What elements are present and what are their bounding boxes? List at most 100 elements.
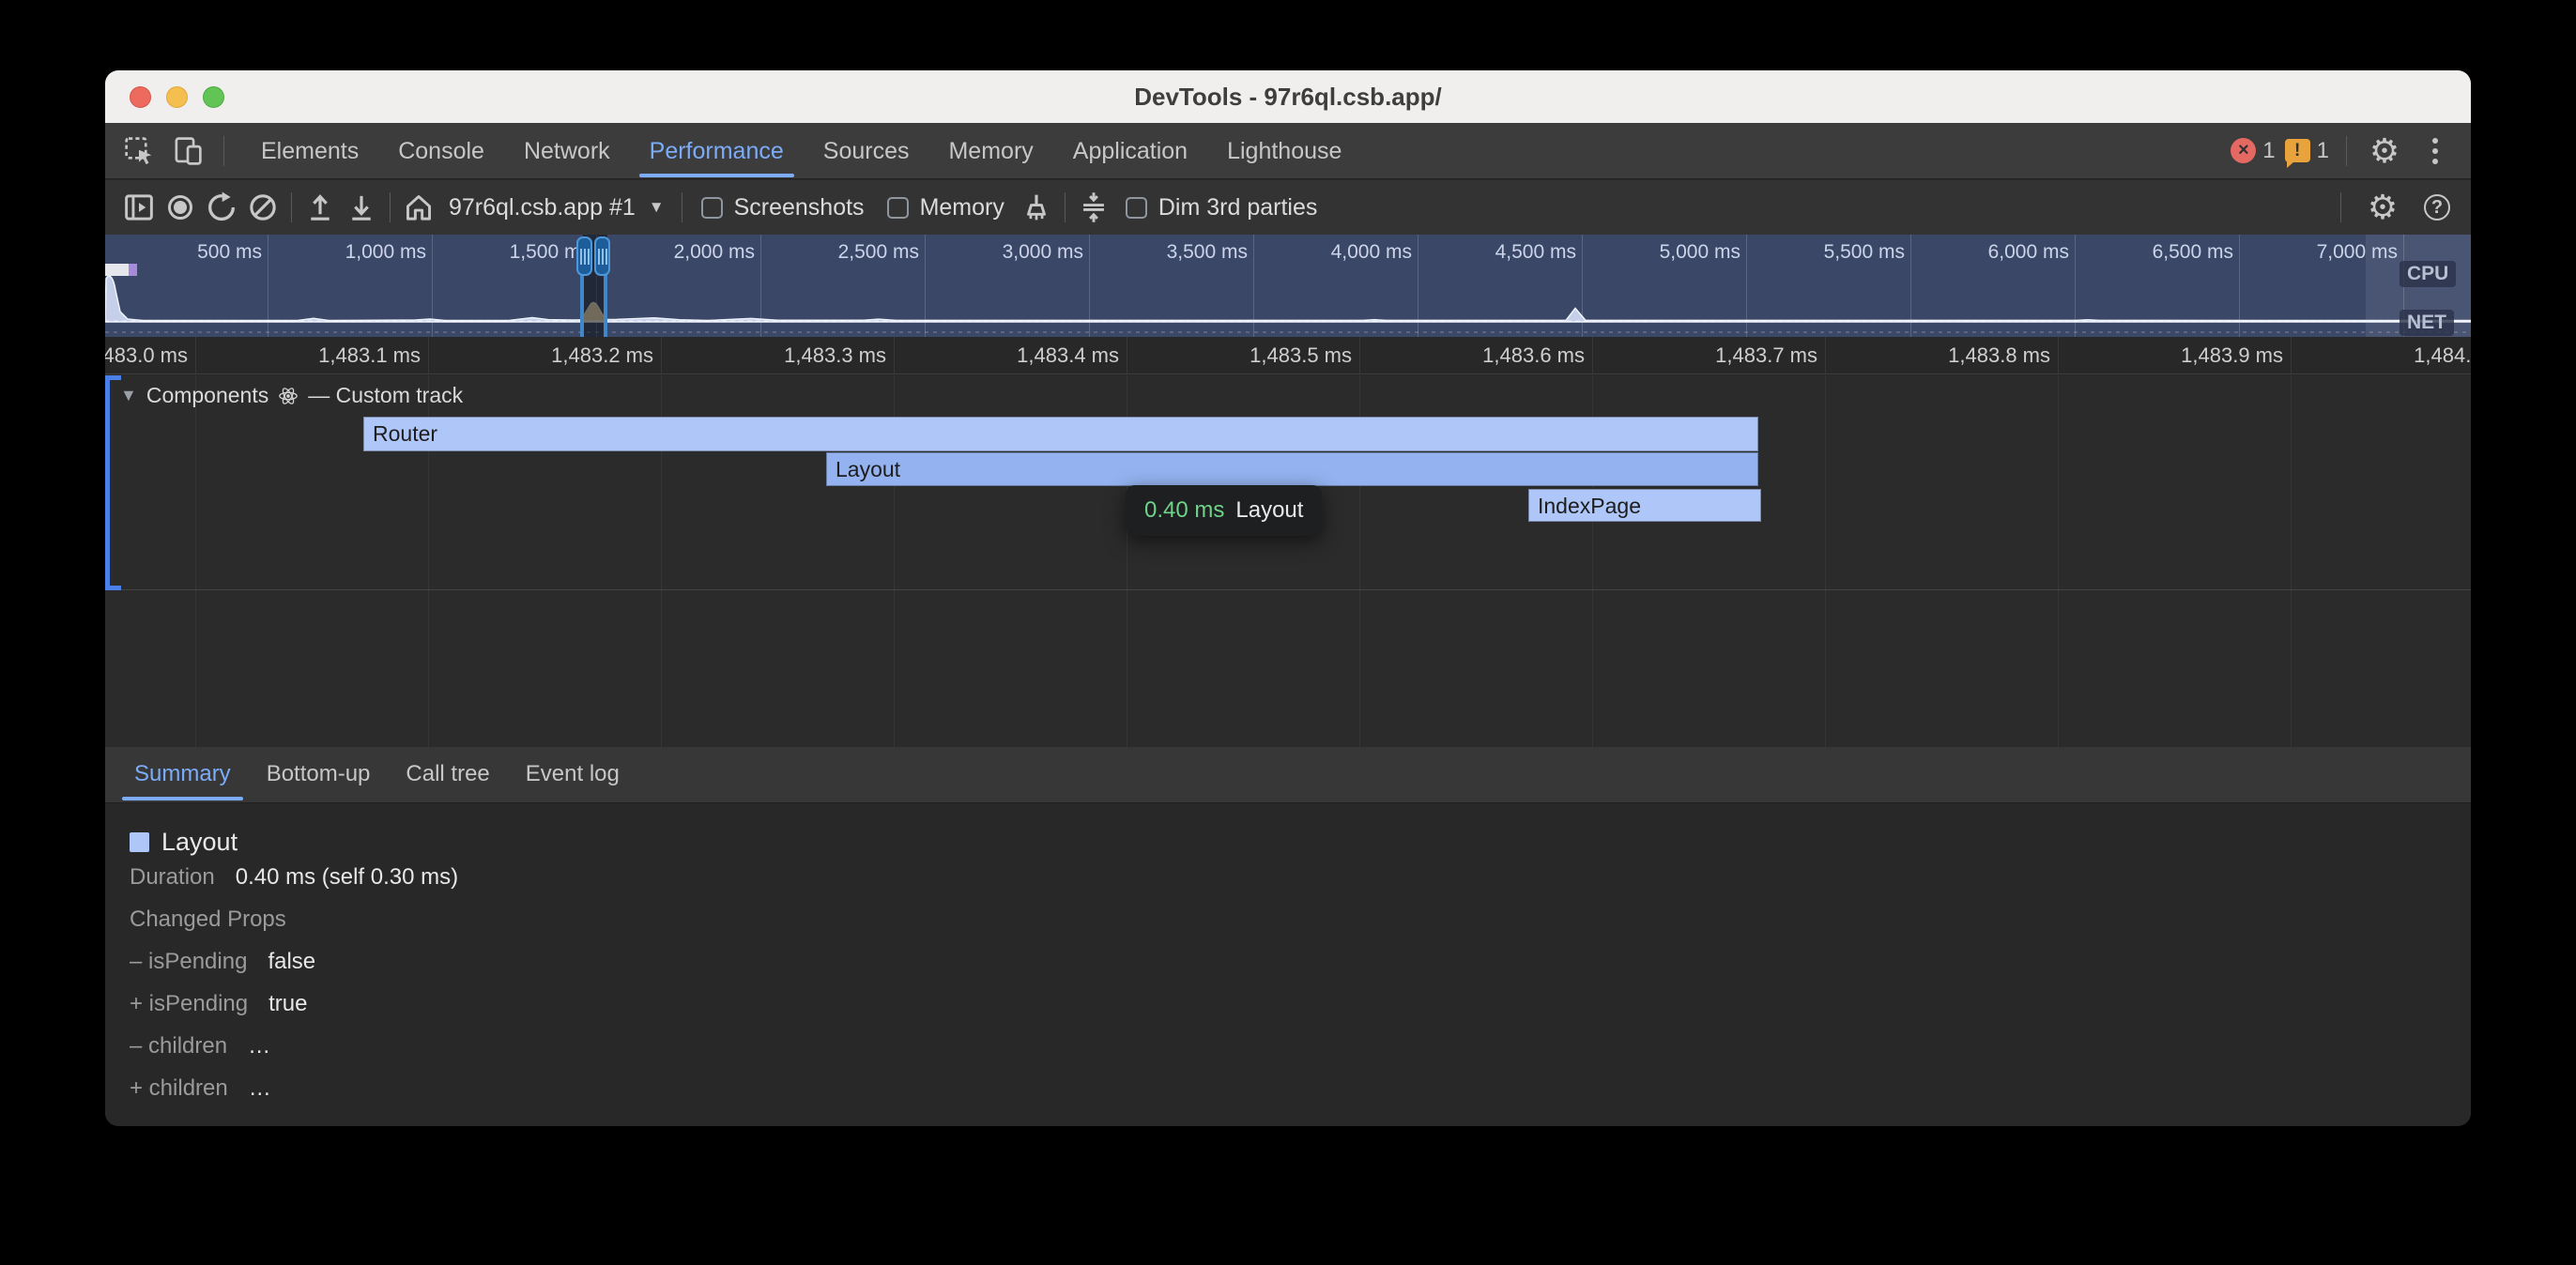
gridline — [2058, 375, 2059, 747]
event-color-swatch — [130, 832, 149, 852]
overview-tick: 2,500 ms — [838, 241, 919, 264]
tab-memory[interactable]: Memory — [928, 123, 1052, 179]
overview-tick: 3,500 ms — [1167, 241, 1248, 264]
selection-left-handle[interactable] — [576, 236, 592, 276]
tab-elements[interactable]: Elements — [241, 123, 378, 179]
gridline — [1825, 337, 1826, 373]
tab-application[interactable]: Application — [1053, 123, 1207, 179]
help-button[interactable]: ? — [2416, 187, 2458, 228]
overview-tick: 7,000 ms — [2317, 241, 2398, 264]
network-request-bar — [105, 264, 137, 276]
tab-bottom-up[interactable]: Bottom-up — [249, 747, 389, 803]
summary-row-value: false — [268, 949, 315, 975]
net-lane-label: NET — [2400, 310, 2454, 336]
settings-button[interactable]: ⚙ — [2364, 130, 2405, 172]
separator — [390, 192, 391, 222]
gc-brush-icon — [1020, 191, 1052, 223]
overview-tick: 4,000 ms — [1331, 241, 1412, 264]
summary-row: – children … — [130, 1033, 2471, 1075]
device-toolbar-button[interactable] — [167, 130, 208, 172]
home-icon — [403, 191, 435, 223]
dim-3rd-parties-checkbox-row[interactable]: Dim 3rd parties — [1114, 194, 1329, 221]
selection-right-line — [604, 272, 607, 337]
tab-event-log[interactable]: Event log — [508, 747, 637, 803]
summary-panel: Layout Duration 0.40 ms (self 0.30 ms) C… — [105, 804, 2471, 1126]
gridline — [195, 337, 196, 373]
memory-checkbox-row[interactable]: Memory — [876, 194, 1016, 221]
selected-track-bracket — [105, 375, 110, 590]
tabbar-right: × 1 ! 1 ⚙ — [2231, 130, 2471, 172]
screenshots-checkbox[interactable] — [701, 197, 723, 219]
record-and-reload-button[interactable] — [201, 187, 242, 228]
save-profile-button[interactable] — [341, 187, 382, 228]
toggle-sidebar-button[interactable] — [118, 187, 160, 228]
download-icon — [345, 191, 377, 223]
tab-console[interactable]: Console — [378, 123, 504, 179]
gridline — [2058, 337, 2059, 373]
target-selector-value: 97r6ql.csb.app #1 — [449, 194, 636, 221]
record-button[interactable] — [160, 187, 201, 228]
summary-row-label: + children — [130, 1075, 228, 1102]
tab-network[interactable]: Network — [504, 123, 630, 179]
load-profile-button[interactable] — [299, 187, 341, 228]
tab-lighthouse[interactable]: Lighthouse — [1207, 123, 1361, 179]
selection-right-handle[interactable] — [594, 236, 610, 276]
flame-event-layout[interactable]: Layout — [826, 452, 1758, 486]
window-title: DevTools - 97r6ql.csb.app/ — [105, 70, 2471, 123]
gridline — [1592, 337, 1593, 373]
tab-call-tree[interactable]: Call tree — [388, 747, 507, 803]
track-group-divider — [105, 589, 2471, 590]
devtools-window: DevTools - 97r6ql.csb.app/ Elements Cons… — [105, 70, 2471, 1126]
main-tab-bar: Elements Console Network Performance Sou… — [105, 123, 2471, 179]
components-track-header[interactable]: ▼ Components — Custom track — [120, 383, 463, 408]
tab-performance[interactable]: Performance — [630, 123, 804, 179]
shrink-rows-button[interactable] — [1073, 187, 1114, 228]
ruler-tick: 1,483.1 ms — [318, 337, 421, 374]
tab-summary[interactable]: Summary — [116, 747, 249, 803]
flame-event-indexpage[interactable]: IndexPage — [1528, 489, 1761, 522]
tab-sources[interactable]: Sources — [804, 123, 929, 179]
cpu-activity-chart — [105, 235, 2471, 337]
collect-garbage-button[interactable] — [1016, 187, 1057, 228]
clear-button[interactable] — [242, 187, 284, 228]
overview-tick: 6,000 ms — [1988, 241, 2069, 264]
kebab-menu-icon — [2432, 138, 2438, 164]
block-icon — [247, 191, 279, 223]
gridline — [894, 337, 895, 373]
summary-row-value: … — [248, 1033, 270, 1059]
ruler-tick: 1,483.0 ms — [105, 337, 188, 374]
console-errors-button[interactable]: × 1 — [2231, 138, 2275, 164]
cpu-lane-label: CPU — [2400, 261, 2456, 287]
collapse-triangle-icon[interactable]: ▼ — [120, 386, 137, 405]
dim-3rd-parties-label: Dim 3rd parties — [1158, 194, 1318, 221]
overview-tick: 5,000 ms — [1660, 241, 1740, 264]
target-selector-dropdown[interactable]: 97r6ql.csb.app #1 ▼ — [439, 194, 674, 221]
react-atom-icon — [278, 386, 299, 406]
home-button[interactable] — [398, 187, 439, 228]
summary-row: + isPending true — [130, 991, 2471, 1033]
separator — [1065, 192, 1066, 222]
timeline-overview[interactable]: 500 ms 1,000 ms 1,500 ms 2,000 ms 2,500 … — [105, 235, 2471, 337]
summary-row: + children … — [130, 1075, 2471, 1118]
ruler-tick: 1,483.4 ms — [1017, 337, 1119, 374]
flamechart-area[interactable]: ▼ Components — Custom track Router Layou… — [105, 375, 2471, 747]
more-options-button[interactable] — [2415, 130, 2456, 172]
inspect-element-button[interactable] — [118, 130, 160, 172]
overview-tick: 500 ms — [197, 241, 262, 264]
memory-checkbox[interactable] — [887, 197, 909, 219]
screenshots-checkbox-row[interactable]: Screenshots — [690, 194, 876, 221]
reload-icon — [205, 191, 238, 224]
overview-tick: 2,000 ms — [674, 241, 755, 264]
help-icon: ? — [2424, 194, 2450, 221]
gear-icon: ⚙ — [2368, 191, 2398, 224]
flame-event-router[interactable]: Router — [363, 417, 1758, 451]
record-icon — [168, 195, 192, 220]
summary-row: Duration 0.40 ms (self 0.30 ms) — [130, 864, 2471, 907]
ruler-tick: 1,483.8 ms — [1948, 337, 2050, 374]
screenshots-label: Screenshots — [734, 194, 865, 221]
summary-title-row: Layout — [130, 819, 2471, 864]
track-title: Components — [146, 383, 268, 408]
dim-3rd-parties-checkbox[interactable] — [1126, 197, 1147, 219]
issues-button[interactable]: ! 1 — [2285, 138, 2329, 164]
capture-settings-button[interactable]: ⚙ — [2362, 187, 2403, 228]
